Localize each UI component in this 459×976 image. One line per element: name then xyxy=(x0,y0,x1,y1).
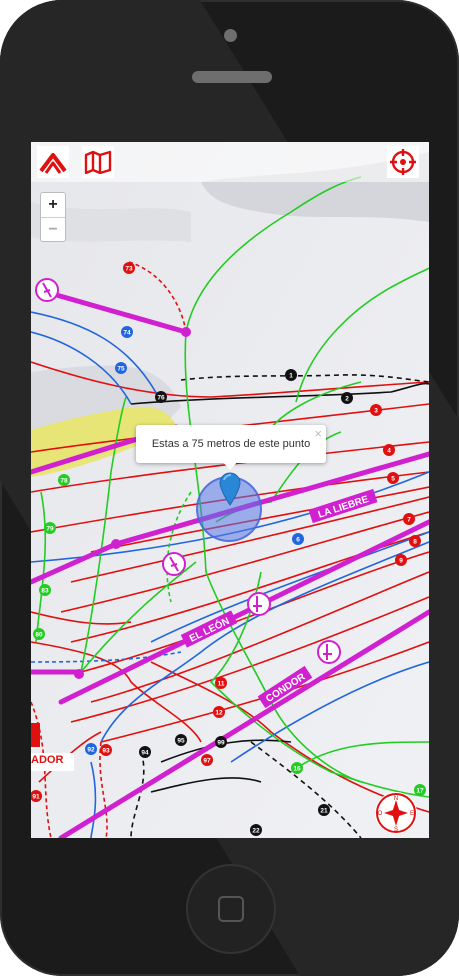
trail-marker[interactable]: 5 xyxy=(387,472,399,484)
zoom-out-button[interactable]: − xyxy=(41,217,65,241)
chairlift-icon[interactable] xyxy=(162,552,186,576)
trail-marker[interactable]: 92 xyxy=(85,743,97,755)
svg-text:1: 1 xyxy=(289,373,293,380)
svg-text:7: 7 xyxy=(407,517,411,524)
lift-station xyxy=(181,327,191,337)
zoom-control: + − xyxy=(40,192,66,242)
svg-text:2: 2 xyxy=(345,396,349,403)
svg-text:75: 75 xyxy=(117,366,125,373)
trail-marker[interactable]: 16 xyxy=(291,762,303,774)
map-icon xyxy=(84,150,112,174)
trail-marker[interactable]: 74 xyxy=(121,326,133,338)
home-button-icon xyxy=(218,896,244,922)
partial-lift-label: ADOR xyxy=(31,753,74,771)
svg-text:9: 9 xyxy=(399,558,403,565)
map-toolbar xyxy=(31,142,429,182)
svg-text:79: 79 xyxy=(46,526,54,533)
crosshair-icon xyxy=(390,149,416,175)
trail-marker[interactable]: 9 xyxy=(395,554,407,566)
popup-close-button[interactable]: × xyxy=(314,426,322,441)
svg-text:95: 95 xyxy=(177,738,185,745)
svg-text:22: 22 xyxy=(252,828,260,835)
ski-resort-logo-icon xyxy=(39,153,67,174)
trail-marker[interactable]: 7 xyxy=(403,513,415,525)
trail-marker[interactable]: 94 xyxy=(139,746,151,758)
popup-message: Estas a 75 metros de este punto xyxy=(151,438,311,450)
trail-marker[interactable]: 12 xyxy=(213,706,225,718)
trail-marker[interactable]: 21 xyxy=(318,804,330,816)
trail-marker[interactable]: 95 xyxy=(175,734,187,746)
svg-text:17: 17 xyxy=(416,788,424,795)
svg-text:99: 99 xyxy=(217,740,225,747)
front-camera xyxy=(224,29,237,42)
compass-north: N xyxy=(394,796,398,802)
svg-text:97: 97 xyxy=(203,758,211,765)
red-marker-block xyxy=(31,723,40,747)
trail-marker[interactable]: 2 xyxy=(341,392,353,404)
svg-text:94: 94 xyxy=(141,750,149,757)
trail-marker[interactable]: 73 xyxy=(123,262,135,274)
trail-marker[interactable]: 76 xyxy=(155,391,167,403)
trail-marker[interactable]: 22 xyxy=(250,824,262,836)
phone-frame: LA LIEBRE EL LEÓN CONDOR 73 74 75 76 1 2… xyxy=(0,0,459,976)
svg-text:8: 8 xyxy=(413,539,417,546)
svg-text:92: 92 xyxy=(87,747,95,754)
chairlift-icon[interactable] xyxy=(317,640,341,664)
svg-text:93: 93 xyxy=(102,748,110,755)
popup-tip xyxy=(221,460,239,470)
svg-text:74: 74 xyxy=(123,330,131,337)
compass-icon: N S E O xyxy=(376,793,416,833)
app-screen: LA LIEBRE EL LEÓN CONDOR 73 74 75 76 1 2… xyxy=(31,142,429,838)
svg-text:12: 12 xyxy=(215,710,223,717)
chairlift-icon[interactable] xyxy=(35,278,59,302)
trail-marker[interactable]: 80 xyxy=(33,628,45,640)
svg-text:6: 6 xyxy=(296,537,300,544)
trail-marker[interactable]: 78 xyxy=(58,474,70,486)
map-button[interactable] xyxy=(82,146,114,178)
svg-text:3: 3 xyxy=(374,408,378,415)
svg-text:16: 16 xyxy=(293,766,301,773)
trail-marker[interactable]: 1 xyxy=(285,369,297,381)
trail-marker[interactable]: 8 xyxy=(409,535,421,547)
trail-marker[interactable]: 83 xyxy=(39,584,51,596)
compass-east: E xyxy=(410,811,414,817)
partial-lift-label-text: ADOR xyxy=(31,754,64,766)
compass-west: O xyxy=(378,811,383,817)
earpiece-speaker xyxy=(192,71,272,83)
compass-south: S xyxy=(394,827,398,833)
svg-text:21: 21 xyxy=(320,808,328,815)
svg-text:11: 11 xyxy=(218,681,225,688)
lift-station xyxy=(111,539,121,549)
zoom-in-button[interactable]: + xyxy=(41,193,65,217)
trail-marker[interactable]: 97 xyxy=(201,754,213,766)
locate-button[interactable] xyxy=(387,146,419,178)
trail-marker[interactable]: 3 xyxy=(370,404,382,416)
svg-text:5: 5 xyxy=(391,476,395,483)
trail-marker[interactable]: 11 xyxy=(215,677,227,689)
distance-popup: Estas a 75 metros de este punto × xyxy=(136,425,326,463)
svg-text:91: 91 xyxy=(32,794,40,801)
chairlift-icon[interactable] xyxy=(247,592,271,616)
svg-text:83: 83 xyxy=(41,588,49,595)
svg-text:76: 76 xyxy=(157,395,165,402)
lift-station xyxy=(74,669,84,679)
trail-marker[interactable]: 6 xyxy=(292,533,304,545)
compass-button[interactable]: N S E O xyxy=(375,792,417,834)
trail-marker[interactable]: 93 xyxy=(100,744,112,756)
trail-marker[interactable]: 99 xyxy=(215,736,227,748)
trail-marker[interactable]: 75 xyxy=(115,362,127,374)
svg-text:73: 73 xyxy=(125,266,133,273)
trail-marker[interactable]: 79 xyxy=(44,522,56,534)
location-pin-icon[interactable] xyxy=(219,472,241,506)
svg-text:80: 80 xyxy=(35,632,43,639)
trail-marker[interactable]: 4 xyxy=(383,444,395,456)
svg-text:78: 78 xyxy=(60,478,68,485)
logo-button[interactable] xyxy=(37,146,69,178)
svg-text:4: 4 xyxy=(387,448,391,455)
